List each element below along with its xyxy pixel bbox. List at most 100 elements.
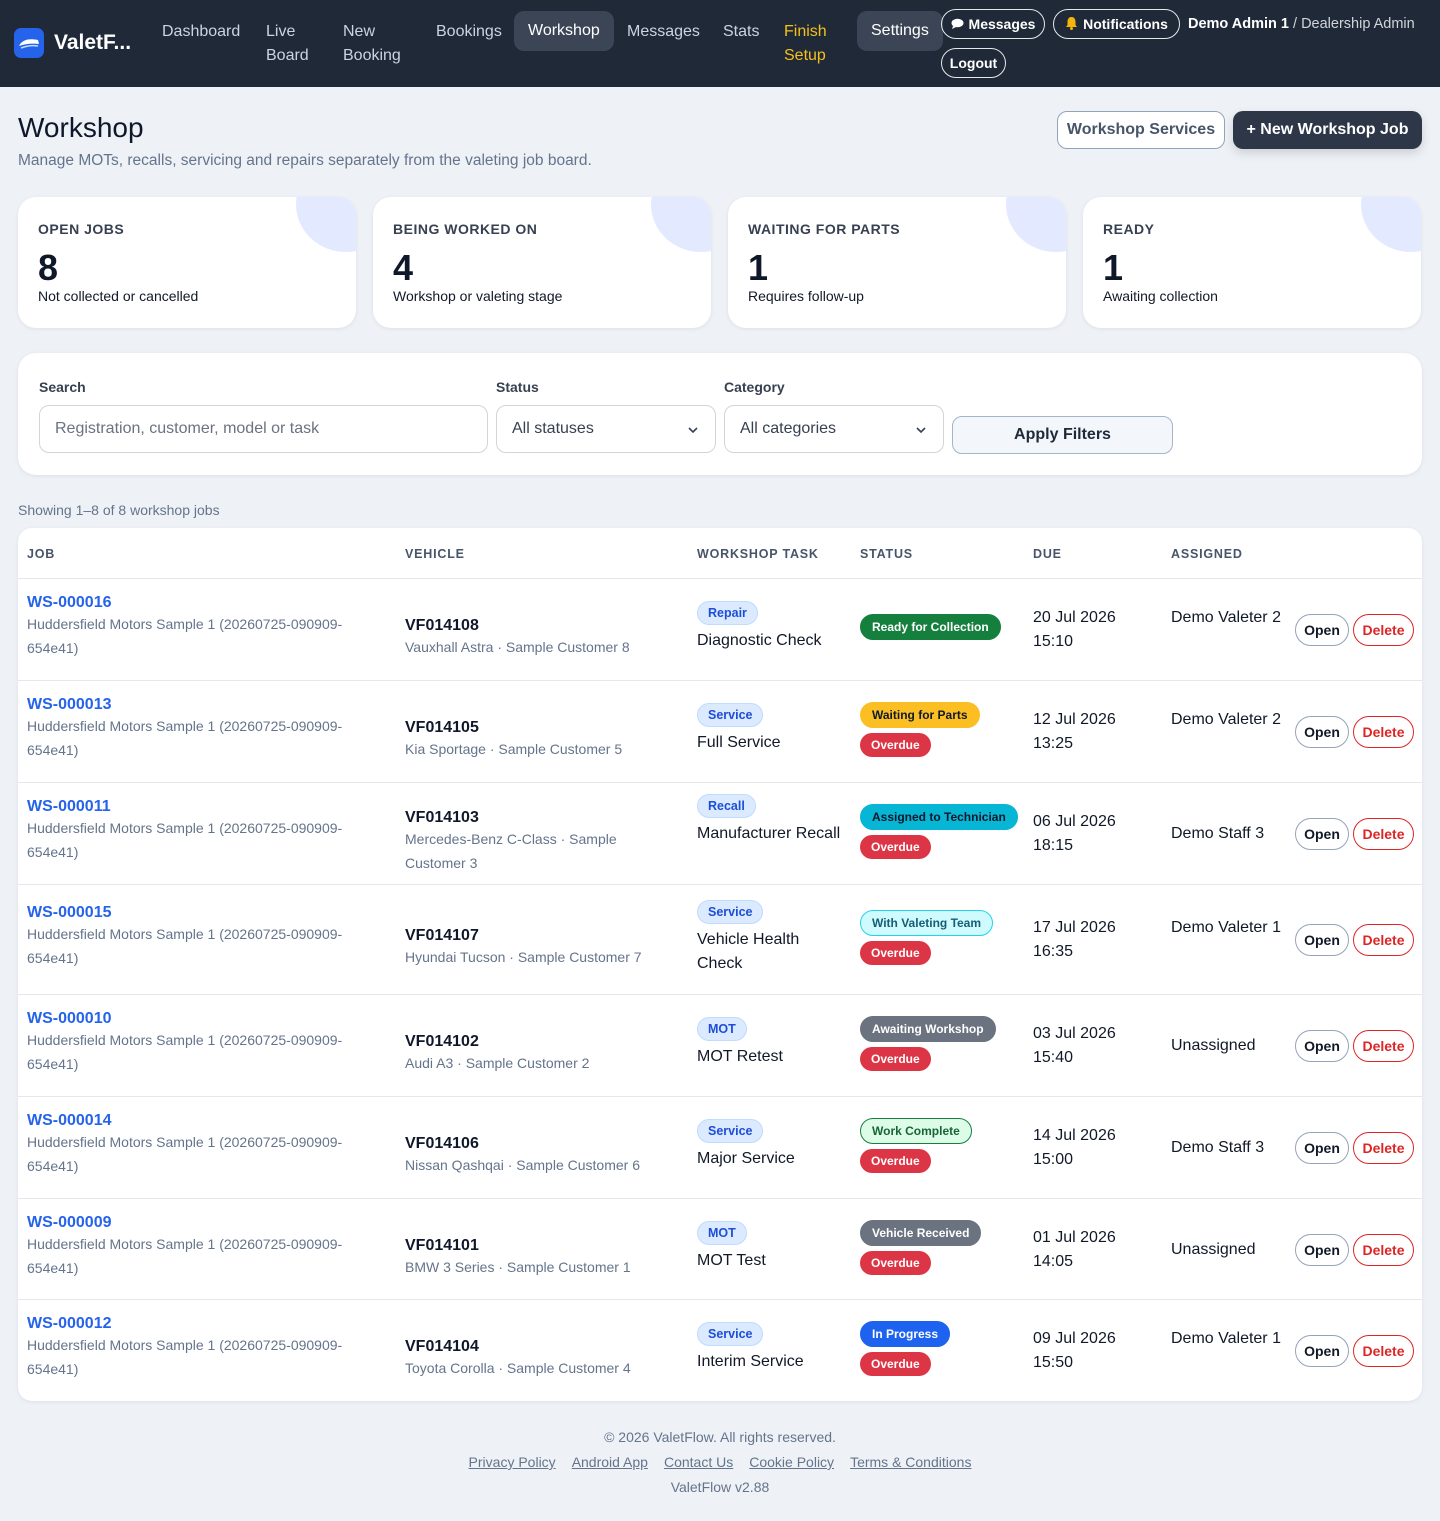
open-job-button[interactable]: Open [1295,716,1349,748]
status-select[interactable]: All statuses [496,405,716,453]
status-badge: Assigned to Technician [860,804,1018,830]
delete-job-button[interactable]: Delete [1353,1030,1414,1062]
new-workshop-job-button[interactable]: + New Workshop Job [1233,111,1422,149]
nav-dashboard[interactable]: Dashboard [162,20,240,44]
assigned-cell: Demo Valeter 2 [1171,708,1281,732]
delete-job-button[interactable]: Delete [1353,1233,1414,1266]
job-id-link[interactable]: WS-000009 [27,1214,357,1232]
vehicle-registration: VF014106 [405,1135,479,1152]
nav-messages[interactable]: Messages [627,20,700,44]
messages-label: Messages [968,16,1036,32]
job-id-link[interactable]: WS-000015 [27,904,357,922]
user-separator: / [1288,16,1302,32]
job-id-link[interactable]: WS-000011 [27,798,357,816]
status-label: Status [496,379,539,395]
delete-job-button[interactable]: Delete [1353,818,1414,850]
due-cell: 14 Jul 2026 15:00 [1033,1124,1116,1172]
stat-card-open-jobs: OPEN JOBS 8 Not collected or cancelled [18,197,356,328]
column-header-job: JOB [27,547,56,561]
stat-desc: Awaiting collection [1103,288,1218,304]
column-header-assigned: ASSIGNED [1171,547,1243,561]
open-job-button[interactable]: Open [1295,924,1349,956]
vehicle-registration: VF014103 [405,809,479,826]
due-time: 15:00 [1033,1151,1074,1168]
delete-job-button[interactable]: Delete [1353,614,1414,646]
job-id-link[interactable]: WS-000010 [27,1010,357,1028]
nav-workshop[interactable]: Workshop [514,11,614,51]
delete-job-button[interactable]: Delete [1353,924,1414,956]
search-input[interactable]: Registration, customer, model or task [39,405,488,453]
notifications-button[interactable]: Notifications [1053,9,1180,39]
open-job-button[interactable]: Open [1295,1233,1349,1266]
delete-job-button[interactable]: Delete [1353,716,1414,748]
delete-job-button[interactable]: Delete [1353,1132,1414,1164]
due-date: 01 Jul 2026 [1033,1228,1116,1246]
category-badge: Service [697,703,764,727]
vehicle-cell: VF014101 BMW 3 Series · Sample Customer 1 [405,1237,680,1279]
filter-panel: Search Registration, customer, model or … [18,353,1422,475]
nav-live-board[interactable]: Live Board [266,20,326,68]
logout-button[interactable]: Logout [941,48,1006,78]
job-id-link[interactable]: WS-000013 [27,696,357,714]
open-job-button[interactable]: Open [1295,818,1349,850]
due-cell: 12 Jul 2026 13:25 [1033,708,1116,756]
job-id-link[interactable]: WS-000016 [27,594,357,612]
footer-version: ValetFlow v2.88 [670,1479,770,1495]
assigned-cell: Demo Staff 3 [1171,822,1281,846]
footer-link-android-app[interactable]: Android App [572,1454,648,1470]
due-cell: 20 Jul 2026 15:10 [1033,606,1116,654]
vehicle-details: Toyota Corolla · Sample Customer 4 [405,1360,631,1376]
open-job-button[interactable]: Open [1295,1132,1349,1164]
job-cell: WS-000010 Huddersfield Motors Sample 1 (2… [27,1010,357,1076]
open-job-button[interactable]: Open [1295,1030,1349,1062]
table-row: WS-000009 Huddersfield Motors Sample 1 (2… [18,1199,1422,1300]
stat-card-waiting-for-parts: WAITING FOR PARTS 1 Requires follow-up [728,197,1066,328]
notifications-label: Notifications [1083,16,1168,32]
footer-link-cookie[interactable]: Cookie Policy [749,1454,834,1470]
stat-card-ready: READY 1 Awaiting collection [1083,197,1421,328]
due-time: 13:25 [1033,735,1074,752]
job-id-link[interactable]: WS-000012 [27,1315,357,1333]
assigned-to: Demo Staff 3 [1171,825,1265,842]
task-cell: Service Full Service [697,703,847,755]
job-dealer: Huddersfield Motors Sample 1 (20260725-0… [27,926,343,966]
brand-name: ValetF... [54,31,132,54]
open-job-button[interactable]: Open [1295,614,1349,646]
brand[interactable]: ValetF... [14,28,131,58]
messages-button[interactable]: Messages [941,9,1045,39]
task-name: Vehicle Health Check [697,931,800,972]
footer-link-privacy[interactable]: Privacy Policy [469,1454,556,1470]
nav-finish-setup[interactable]: Finish Setup [784,20,834,68]
overdue-badge: Overdue [860,835,931,859]
overdue-badge: Overdue [860,1149,931,1173]
category-select[interactable]: All categories [724,405,944,453]
delete-job-button[interactable]: Delete [1353,1335,1414,1367]
nav-new-booking[interactable]: New Booking [343,20,413,68]
assigned-to: Demo Valeter 2 [1171,609,1281,626]
apply-filters-button[interactable]: Apply Filters [952,416,1173,454]
nav-settings[interactable]: Settings [857,11,943,51]
nav-bookings[interactable]: Bookings [436,20,502,44]
user-name: Demo Admin 1 [1188,16,1289,32]
table-row: WS-000014 Huddersfield Motors Sample 1 (2… [18,1097,1422,1199]
assigned-to: Unassigned [1171,1037,1256,1054]
workshop-services-button[interactable]: Workshop Services [1057,111,1225,149]
assigned-to: Unassigned [1171,1240,1256,1258]
job-id-link[interactable]: WS-000014 [27,1112,357,1130]
job-dealer: Huddersfield Motors Sample 1 (20260725-0… [27,1032,343,1072]
nav-stats[interactable]: Stats [723,20,759,44]
decorative-blob [296,197,356,252]
job-dealer: Huddersfield Motors Sample 1 (20260725-0… [27,1134,343,1174]
chevron-down-icon [915,423,927,441]
vehicle-registration: VF014102 [405,1033,479,1050]
task-cell: Repair Diagnostic Check [697,601,847,653]
due-cell: 03 Jul 2026 15:40 [1033,1022,1116,1070]
status-cell: Awaiting Workshop Overdue [860,1016,996,1071]
due-time: 15:40 [1033,1049,1074,1066]
due-date: 03 Jul 2026 [1033,1025,1116,1042]
footer-link-terms[interactable]: Terms & Conditions [850,1454,971,1470]
open-job-button[interactable]: Open [1295,1335,1349,1367]
footer-link-contact[interactable]: Contact Us [664,1454,733,1470]
job-dealer: Huddersfield Motors Sample 1 (20260725-0… [27,718,343,758]
stat-card-being-worked-on: BEING WORKED ON 4 Workshop or valeting s… [373,197,711,328]
